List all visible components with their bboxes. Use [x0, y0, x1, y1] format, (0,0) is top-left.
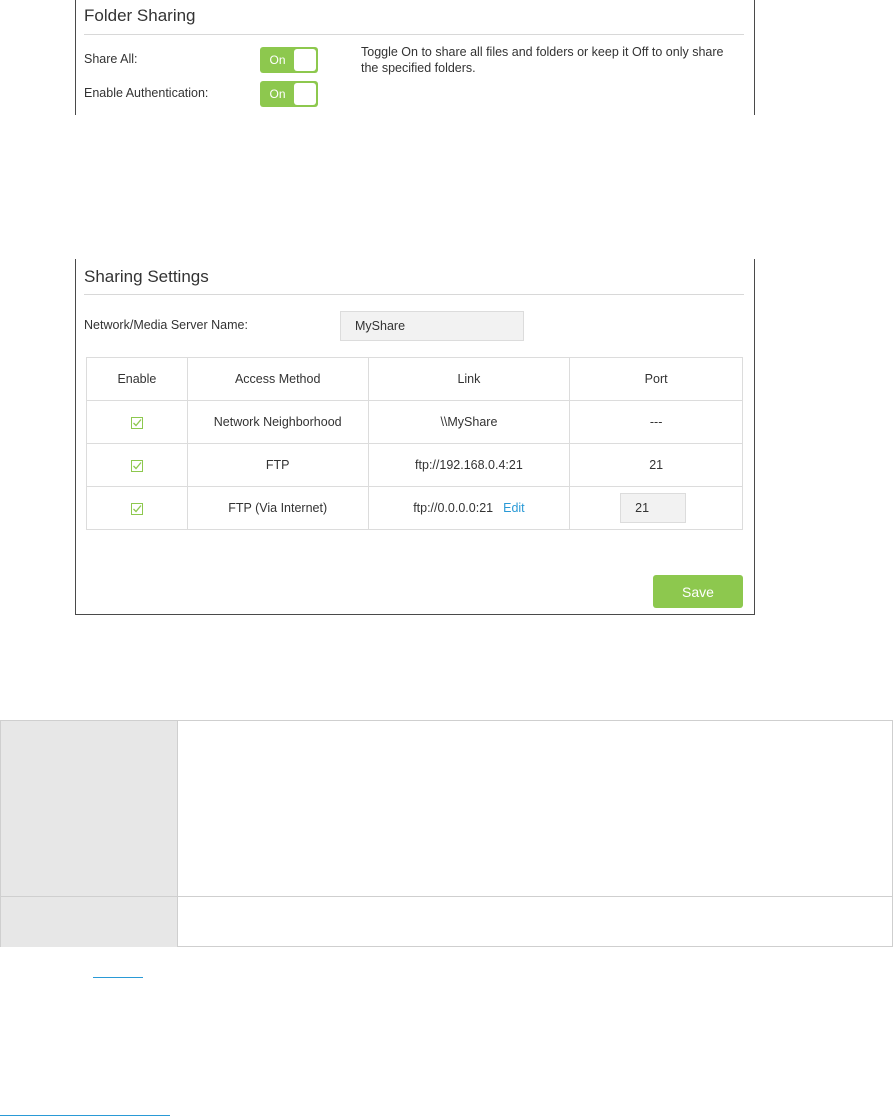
server-name-input[interactable]: MyShare — [340, 311, 524, 341]
enable-authentication-label: Enable Authentication: — [84, 86, 209, 100]
share-all-label: Share All: — [84, 52, 138, 66]
port-cell: --- — [569, 400, 743, 444]
enable-cell — [86, 486, 188, 530]
sharing-settings-title: Sharing Settings — [84, 267, 209, 286]
table-label-cell — [1, 897, 178, 947]
enable-cell — [86, 400, 188, 444]
toggle-on-text: On — [269, 53, 286, 67]
edit-link[interactable]: Edit — [503, 501, 525, 515]
port-input[interactable]: 21 — [620, 493, 687, 523]
column-header-port: Port — [569, 357, 743, 401]
share-all-toggle[interactable]: On — [260, 47, 318, 73]
table-row: FTP ftp://192.168.0.4:21 21 — [86, 443, 743, 487]
toggle-knob — [294, 83, 316, 105]
access-method-cell: FTP — [186, 443, 369, 487]
folder-sharing-title: Folder Sharing — [84, 6, 196, 25]
link-text: ftp://0.0.0.0:21 — [413, 501, 494, 515]
title-divider — [84, 34, 744, 35]
table-row: FTP (Via Internet) ftp://0.0.0.0:21 Edit … — [86, 486, 743, 530]
link-cell: \\MyShare — [367, 400, 571, 444]
column-header-link: Link — [367, 357, 571, 401]
folder-sharing-panel: Folder Sharing Share All: On Enable Auth… — [75, 0, 755, 115]
access-method-cell: Network Neighborhood — [186, 400, 369, 444]
save-button[interactable]: Save — [653, 575, 743, 608]
table-label-cell — [1, 721, 178, 896]
checkbox-checked-icon[interactable] — [130, 459, 143, 472]
toggle-knob — [294, 49, 316, 71]
link-cell: ftp://192.168.0.4:21 — [367, 443, 571, 487]
table-row: Network Neighborhood \\MyShare --- — [86, 400, 743, 444]
link-cell: ftp://0.0.0.0:21 Edit — [367, 486, 571, 530]
port-cell: 21 — [569, 443, 743, 487]
hyperlink-underline[interactable] — [93, 977, 143, 978]
share-all-note: Toggle On to share all files and folders… — [361, 45, 724, 75]
table-header-row: Enable Access Method Link Port — [86, 357, 743, 401]
enable-authentication-toggle[interactable]: On — [260, 81, 318, 107]
column-header-access-method: Access Method — [186, 357, 369, 401]
enable-cell — [86, 443, 188, 487]
title-divider — [84, 294, 744, 295]
hyperlink-underline[interactable] — [0, 1115, 170, 1116]
checkbox-checked-icon[interactable] — [130, 502, 143, 515]
checkbox-checked-icon[interactable] — [130, 416, 143, 429]
access-method-table: Enable Access Method Link Port Network N… — [86, 357, 743, 530]
document-table — [0, 720, 893, 947]
port-cell: 21 — [569, 486, 743, 530]
column-header-enable: Enable — [86, 357, 188, 401]
toggle-on-text: On — [269, 87, 286, 101]
access-method-cell: FTP (Via Internet) — [186, 486, 369, 530]
server-name-label: Network/Media Server Name: — [84, 318, 248, 332]
sharing-settings-panel: Sharing Settings Network/Media Server Na… — [75, 259, 755, 615]
